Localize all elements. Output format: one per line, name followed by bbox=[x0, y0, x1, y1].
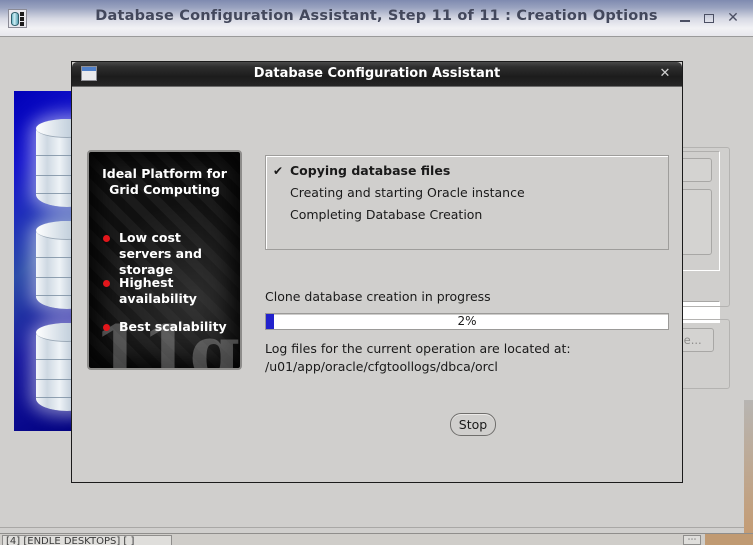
stop-button[interactable]: Stop bbox=[450, 413, 496, 436]
progress-label: Clone database creation in progress bbox=[265, 289, 491, 304]
task-item: Creating and starting Oracle instance bbox=[266, 182, 668, 204]
close-icon[interactable]: ✕ bbox=[658, 66, 672, 81]
progress-bar: 2% bbox=[265, 313, 669, 330]
dialog-body: 11g Ideal Platform for Grid Computing Lo… bbox=[72, 86, 682, 482]
task-status-list: ✔ Copying database files Creating and st… bbox=[265, 155, 669, 250]
button-bar-separator bbox=[0, 527, 753, 528]
banner-bullet-label: Highest availability bbox=[119, 275, 197, 306]
dialog-titlebar[interactable]: Database Configuration Assistant ✕ bbox=[72, 62, 682, 86]
close-icon[interactable]: ✕ bbox=[725, 11, 741, 26]
window-title: Database Configuration Assistant, Step 1… bbox=[95, 8, 658, 24]
banner-bullet: Best scalability bbox=[103, 319, 232, 335]
banner-bullet-label: Best scalability bbox=[119, 319, 227, 334]
window-titlebar[interactable]: Database Configuration Assistant, Step 1… bbox=[0, 0, 753, 37]
task-item: ✔ Copying database files bbox=[266, 156, 668, 182]
maximize-icon[interactable] bbox=[701, 11, 717, 26]
minimize-icon[interactable] bbox=[677, 11, 693, 26]
bullet-dot-icon bbox=[103, 280, 110, 287]
banner-heading-line1: Ideal Platform for bbox=[102, 166, 227, 181]
task-item-label: Copying database files bbox=[290, 163, 451, 178]
desktop-right-strip bbox=[744, 400, 753, 533]
bullet-dot-icon bbox=[103, 324, 110, 331]
database-cylinder-icon bbox=[36, 221, 74, 309]
bullet-dot-icon bbox=[103, 235, 110, 242]
banner-bullet: Low cost servers and storage bbox=[103, 230, 232, 278]
log-location-path: /u01/app/oracle/cfgtoollogs/dbca/orcl bbox=[265, 359, 498, 374]
task-item-label: Creating and starting Oracle instance bbox=[290, 185, 525, 200]
check-icon: ✔ bbox=[273, 164, 284, 178]
task-item: Completing Database Creation bbox=[266, 204, 668, 226]
banner-heading-line2: Grid Computing bbox=[109, 182, 220, 197]
database-cylinder-icon bbox=[36, 323, 74, 411]
progress-percent-label: 2% bbox=[457, 314, 477, 328]
screen: wse... Cancel Help « Back Next » Finish … bbox=[0, 0, 753, 545]
banner-bullet: Highest availability bbox=[103, 275, 232, 307]
banner-heading: Ideal Platform for Grid Computing bbox=[89, 166, 240, 198]
dialog-title: Database Configuration Assistant bbox=[253, 66, 501, 81]
taskbar: [4] [ENDLE DESKTOPS] [ ] ⋯ bbox=[0, 533, 753, 545]
oracle-splash-graphic bbox=[14, 91, 74, 431]
banner-bullet-label: Low cost servers and storage bbox=[119, 230, 202, 277]
database-cylinder-icon bbox=[36, 119, 74, 207]
taskbar-tray bbox=[705, 534, 753, 545]
taskbar-overflow-icon[interactable]: ⋯ bbox=[683, 535, 701, 545]
taskbar-item[interactable]: [4] [ENDLE DESKTOPS] [ ] bbox=[2, 535, 172, 545]
log-location-label: Log files for the current operation are … bbox=[265, 341, 571, 356]
task-item-label: Completing Database Creation bbox=[290, 207, 483, 222]
oracle-marketing-banner: 11g Ideal Platform for Grid Computing Lo… bbox=[87, 150, 242, 370]
progress-dialog: Database Configuration Assistant ✕ 11g I… bbox=[71, 61, 683, 483]
